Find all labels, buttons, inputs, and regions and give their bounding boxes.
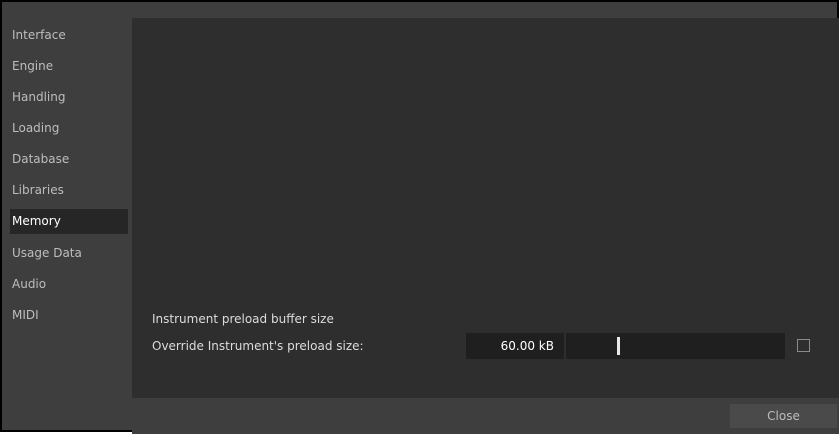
sidebar-item-libraries[interactable]: Libraries [10, 178, 128, 203]
sidebar: Interface Engine Handling Loading Databa… [4, 4, 130, 428]
sidebar-item-midi[interactable]: MIDI [10, 303, 128, 328]
sidebar-item-handling[interactable]: Handling [10, 85, 128, 110]
sidebar-item-usage-data[interactable]: Usage Data [10, 241, 128, 266]
preload-size-slider[interactable] [566, 333, 785, 359]
dialog-footer: Close [132, 398, 839, 434]
sidebar-item-interface[interactable]: Interface [10, 23, 128, 48]
sidebar-item-memory[interactable]: Memory [10, 209, 128, 234]
preload-size-value-field[interactable]: 60.00 kB [466, 333, 564, 359]
sidebar-item-database[interactable]: Database [10, 147, 128, 172]
sidebar-item-engine[interactable]: Engine [10, 54, 128, 79]
close-button[interactable]: Close [730, 404, 837, 428]
sidebar-item-audio[interactable]: Audio [10, 272, 128, 297]
slider-handle[interactable] [617, 337, 620, 355]
override-preload-checkbox[interactable] [797, 339, 810, 352]
override-preload-label: Override Instrument's preload size: [152, 339, 364, 353]
preferences-window: Interface Engine Handling Loading Databa… [0, 0, 839, 434]
memory-settings-panel: Instrument preload buffer size Override … [132, 18, 839, 398]
preload-buffer-heading: Instrument preload buffer size [152, 312, 334, 326]
sidebar-item-loading[interactable]: Loading [10, 116, 128, 141]
